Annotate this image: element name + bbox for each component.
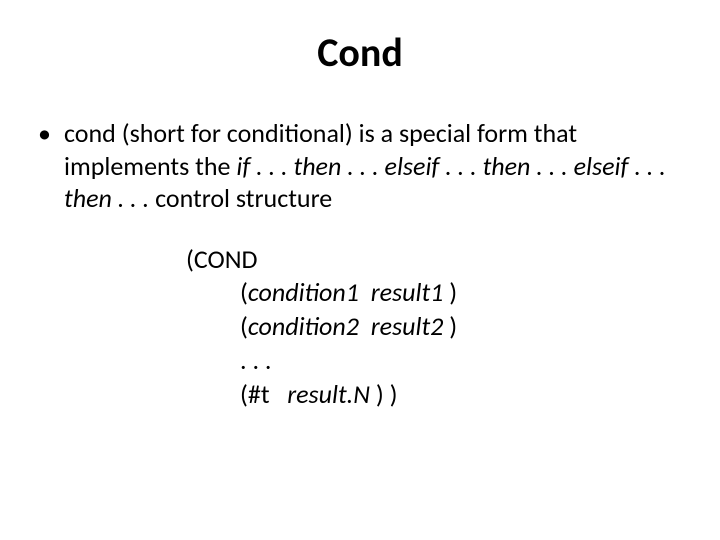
- code-l2-gap: [359, 276, 371, 308]
- code-line-2: (condition1 result1 ): [186, 276, 684, 310]
- slide-title: Cond: [36, 28, 684, 77]
- bullet-item: • cond (short for conditional) is a spec…: [36, 117, 684, 215]
- code-l2-b: result1: [371, 276, 444, 308]
- code-l2-close: ): [443, 276, 457, 308]
- code-line-5: (#t result.N ) ): [186, 378, 684, 412]
- code-l2-a: condition1: [248, 276, 359, 308]
- code-block: (COND (condition1 result1 ) (condition2 …: [186, 243, 684, 412]
- code-l2-open: (: [240, 276, 248, 308]
- code-line-3: (condition2 result2 ): [186, 310, 684, 344]
- code-l5-open: (#t: [240, 378, 287, 410]
- bullet-mark: •: [36, 117, 64, 150]
- bullet-seg3: control structure: [155, 182, 332, 214]
- code-l5-it: result.N: [287, 378, 370, 410]
- code-l5-close: ) ): [370, 378, 398, 410]
- code-line-1: (COND: [186, 243, 684, 277]
- code-l3-b: result2: [371, 310, 444, 342]
- code-line-4: . . .: [186, 344, 684, 378]
- code-l3-gap: [359, 310, 371, 342]
- slide: Cond • cond (short for conditional) is a…: [0, 0, 720, 540]
- code-l3-close: ): [443, 310, 457, 342]
- code-l3-open: (: [240, 310, 248, 342]
- bullet-text: cond (short for conditional) is a specia…: [64, 117, 684, 215]
- code-l3-a: condition2: [248, 310, 359, 342]
